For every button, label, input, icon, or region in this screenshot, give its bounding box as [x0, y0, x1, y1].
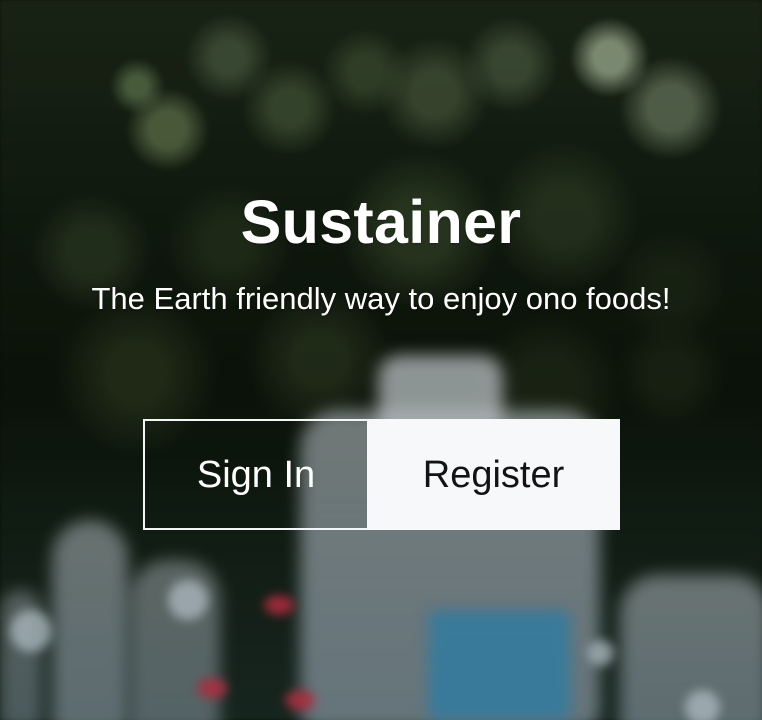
page-title: Sustainer	[240, 188, 522, 256]
sign-in-button[interactable]: Sign In	[143, 419, 367, 530]
page-subtitle: The Earth friendly way to enjoy ono food…	[91, 281, 671, 316]
register-button[interactable]: Register	[367, 419, 620, 530]
hero-content: Sustainer The Earth friendly way to enjo…	[0, 0, 762, 720]
landing-hero: Sustainer The Earth friendly way to enjo…	[0, 0, 762, 720]
auth-actions: Sign In Register	[143, 419, 620, 530]
